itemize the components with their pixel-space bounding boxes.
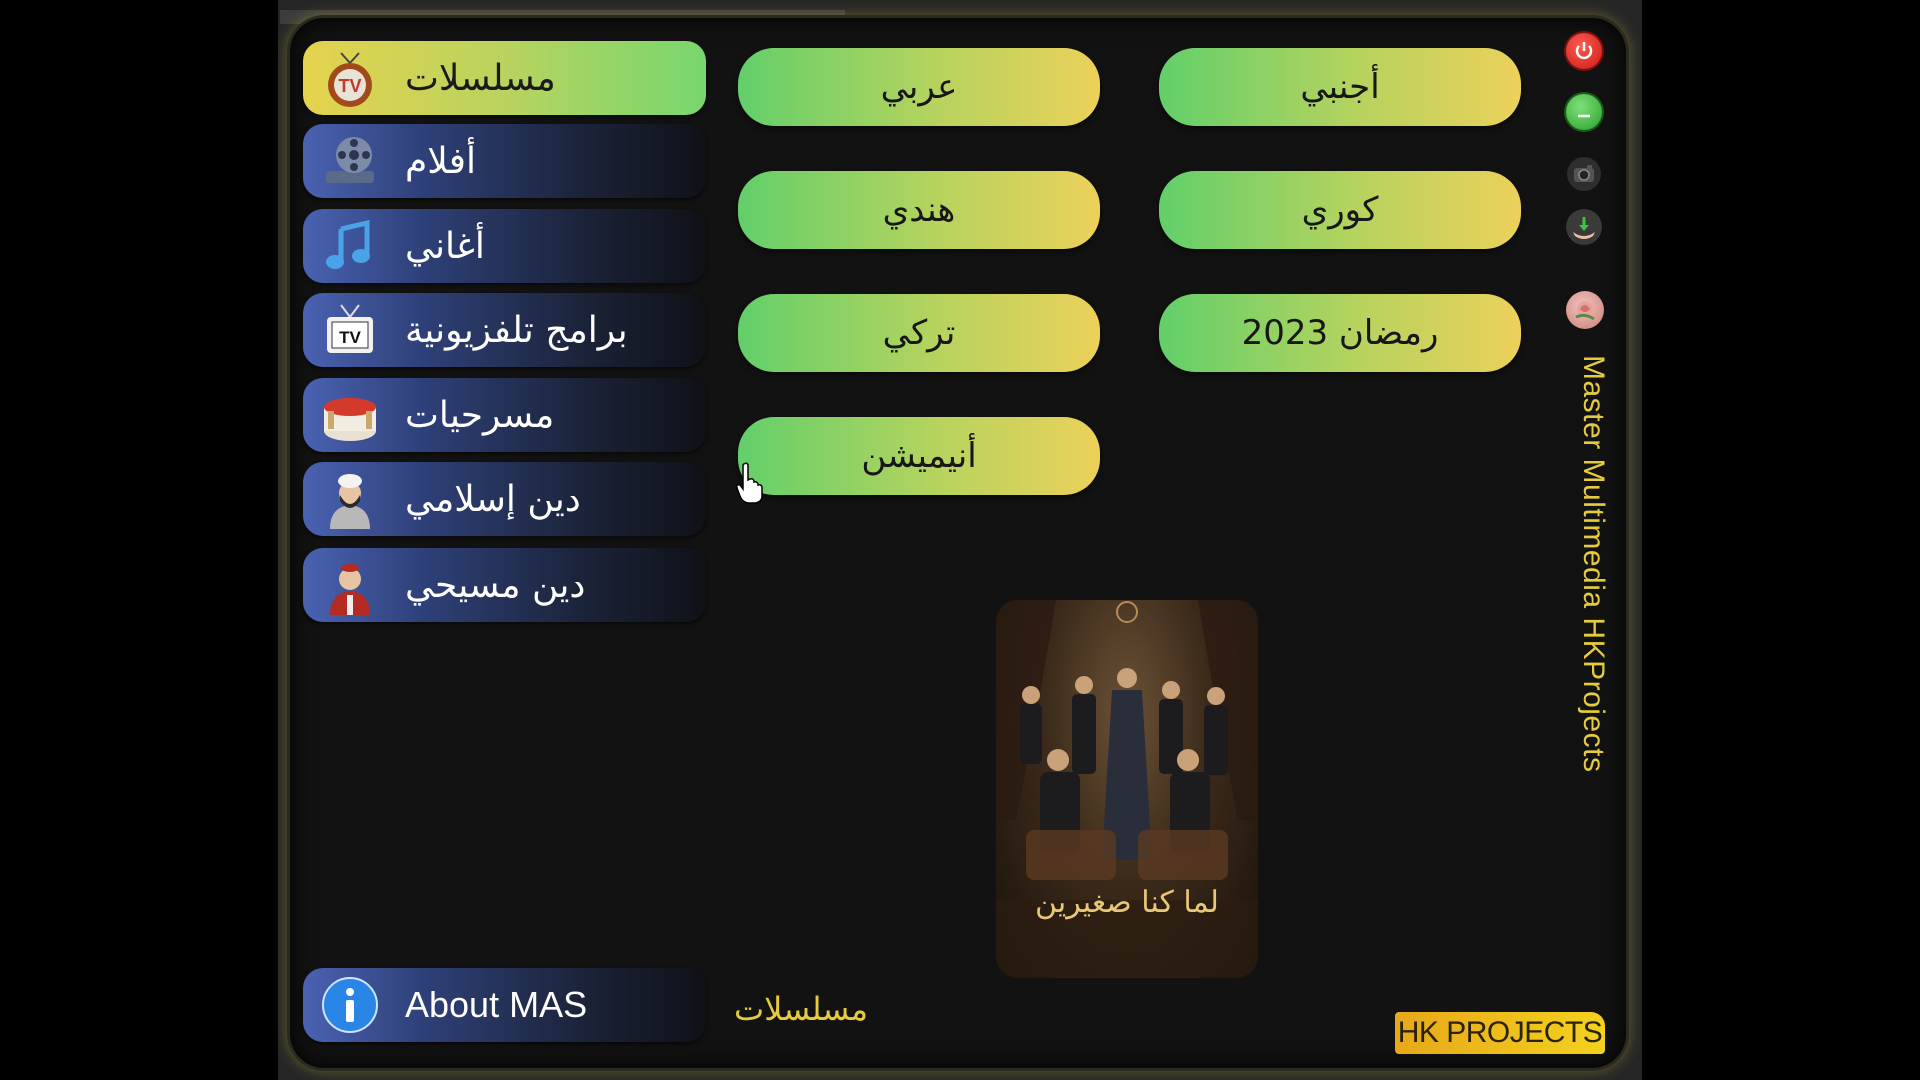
svg-text:TV: TV (338, 76, 361, 96)
category-indian-button[interactable]: هندي (738, 171, 1100, 249)
sidebar-item-songs[interactable]: أغاني (303, 209, 706, 283)
sidebar-item-label: دين إسلامي (405, 478, 581, 520)
camera-icon (1574, 165, 1594, 182)
category-arabic-button[interactable]: عربي (738, 48, 1100, 126)
category-animation-button[interactable]: أنيميشن (738, 417, 1100, 495)
tv-series-icon: TV (319, 47, 381, 109)
minimize-icon (1578, 114, 1590, 118)
theater-stage-icon (319, 384, 381, 446)
category-korean-button[interactable]: كوري (1159, 171, 1521, 249)
retro-tv-icon: TV (319, 299, 381, 361)
music-note-icon (319, 215, 381, 277)
sidebar-item-label: برامج تلفزيونية (405, 309, 628, 351)
sidebar-item-movies[interactable]: أفلام (303, 124, 706, 198)
series-poster[interactable]: لما كنا صغيرين (996, 600, 1258, 978)
app-vertical-title: Master Multimedia HKProjects (1577, 355, 1610, 773)
svg-text:TV: TV (339, 328, 361, 347)
download-icon (1573, 217, 1595, 239)
category-foreign-button[interactable]: أجنبي (1159, 48, 1521, 126)
poster-title: لما كنا صغيرين (1035, 885, 1219, 920)
sheikh-icon (319, 468, 381, 530)
hand-cursor-icon (736, 462, 763, 504)
poster-image (996, 600, 1258, 978)
about-button[interactable]: About MAS (303, 968, 706, 1042)
sidebar-item-christian[interactable]: دين مسيحي (303, 548, 706, 622)
sidebar-item-label: مسرحيات (405, 394, 555, 436)
sidebar-item-label: أغاني (405, 225, 485, 267)
sidebar-item-label: مسلسلات (405, 57, 556, 99)
hk-projects-logo: HK PROJECTS (1395, 1012, 1605, 1054)
priest-icon (319, 554, 381, 616)
rose-avatar-icon (1575, 301, 1595, 321)
power-icon (1575, 42, 1593, 60)
info-icon (319, 974, 381, 1036)
screenshot-button[interactable] (1567, 157, 1601, 191)
sidebar-item-series[interactable]: TV مسلسلات (303, 41, 706, 115)
film-reel-icon (319, 130, 381, 192)
sidebar-item-tv-programs[interactable]: TV برامج تلفزيونية (303, 293, 706, 367)
category-ramadan-2023-button[interactable]: رمضان 2023 (1159, 294, 1521, 372)
profile-avatar[interactable] (1566, 291, 1604, 329)
about-label: About MAS (405, 984, 588, 1025)
sidebar-item-plays[interactable]: مسرحيات (303, 378, 706, 452)
sidebar-item-label: أفلام (405, 140, 476, 182)
power-button[interactable] (1566, 33, 1602, 69)
current-section-caption: مسلسلات (734, 990, 869, 1028)
minimize-button[interactable] (1566, 94, 1602, 130)
sidebar-item-islamic[interactable]: دين إسلامي (303, 462, 706, 536)
category-turkish-button[interactable]: تركي (738, 294, 1100, 372)
sidebar-item-label: دين مسيحي (405, 564, 586, 606)
download-button[interactable] (1566, 209, 1602, 245)
